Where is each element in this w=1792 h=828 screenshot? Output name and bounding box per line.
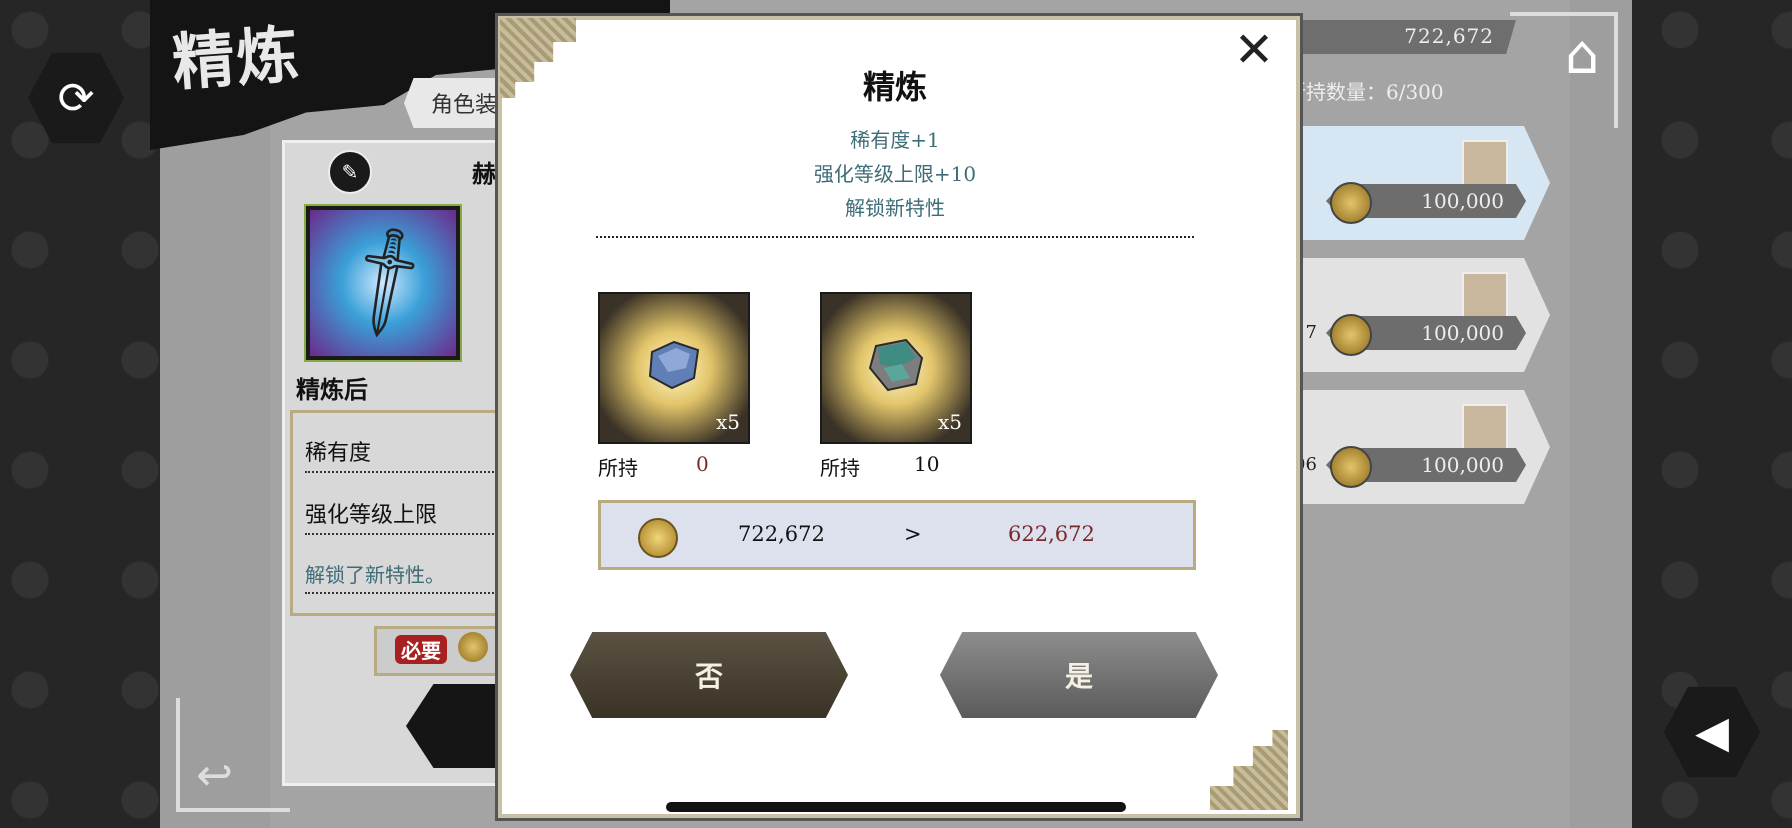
list-item[interactable]: 06 100,000 (1290, 390, 1550, 504)
after-row-new-trait: 解锁了新特性。 (305, 559, 505, 594)
home-indicator (666, 802, 1126, 812)
cost-arrow: > (904, 522, 922, 546)
material-slot[interactable]: x5 (820, 292, 972, 444)
effect-new-trait: 解锁新特性 (845, 196, 945, 220)
card-price: 100,000 (1421, 189, 1504, 213)
after-refine-box: 稀有度 强化等级上限 解锁了新特性。 (290, 410, 508, 616)
remaining-coins: 622,672 (1008, 522, 1095, 546)
material-slot[interactable]: x5 (598, 292, 750, 444)
effect-level-cap: 强化等级上限+10 (813, 162, 977, 186)
yes-button[interactable]: 是 (940, 632, 1218, 718)
owned-value: 10 (914, 452, 940, 476)
after-row-level-cap: 强化等级上限 (305, 497, 505, 535)
teal-ore-icon (868, 338, 924, 392)
home-icon: ⌂ (1564, 22, 1600, 86)
coin-icon (1330, 446, 1372, 488)
owned-count: 所持数量：6/300 (1286, 80, 1444, 104)
refresh-icon: ⟳ (57, 72, 95, 124)
back-button[interactable]: ↩ (176, 700, 276, 801)
knife-icon: 🗡 (318, 213, 455, 348)
coin-icon (458, 632, 488, 662)
home-button[interactable]: ⌂ (1530, 14, 1634, 94)
owned-value: 0 (696, 452, 709, 476)
weapon-type-icon: ✎ (328, 150, 372, 194)
total-coins-bar: 722,672 (1270, 20, 1516, 54)
total-coins-value: 722,672 (1404, 24, 1494, 48)
return-arrow-icon: ↩ (196, 750, 233, 801)
weapon-name: 赫 (472, 159, 496, 188)
avatar (1462, 140, 1508, 186)
coin-icon (1330, 314, 1372, 356)
after-refine-label: 精炼后 (296, 375, 368, 404)
card-price: 100,000 (1421, 321, 1504, 345)
avatar (1462, 272, 1508, 318)
divider (596, 236, 1194, 238)
material-qty: x5 (715, 410, 740, 434)
page-title: 精炼 (169, 17, 303, 100)
list-item[interactable]: 17 100,000 (1290, 258, 1550, 372)
material-qty: x5 (937, 410, 962, 434)
dialog-title: 精炼 (862, 68, 927, 106)
after-row-rarity: 稀有度 (305, 435, 505, 473)
weapon-image: 🗡 (304, 204, 462, 362)
cost-box (598, 500, 1196, 570)
avatar (1462, 404, 1508, 450)
required-label: 必要 (395, 635, 447, 664)
owned-label: 所持 (598, 456, 638, 480)
blue-ore-icon (648, 340, 700, 390)
card-price: 100,000 (1421, 453, 1504, 477)
current-coins: 722,672 (738, 522, 825, 546)
no-button[interactable]: 否 (570, 632, 848, 718)
speaker-icon: ◀ (1695, 706, 1729, 758)
list-item[interactable]: 100,000 (1290, 126, 1550, 240)
coin-icon (638, 518, 678, 558)
effect-rarity: 稀有度+1 (850, 128, 940, 152)
coin-icon (1330, 182, 1372, 224)
owned-label: 所持 (820, 456, 860, 480)
